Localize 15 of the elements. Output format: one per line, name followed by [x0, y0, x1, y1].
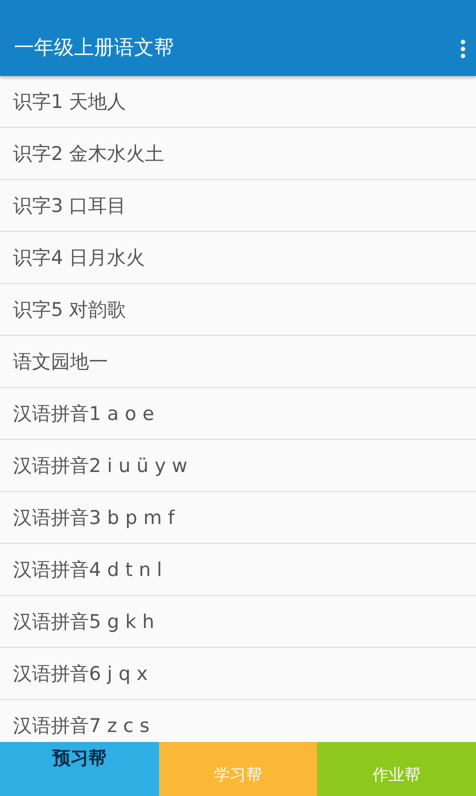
lesson-item[interactable]: 识字1 天地人 [0, 76, 476, 128]
lesson-item[interactable]: 识字5 对韵歌 [0, 284, 476, 336]
lesson-item[interactable]: 汉语拼音4 d t n l [0, 544, 476, 596]
lesson-item[interactable]: 语文园地一 [0, 336, 476, 388]
lesson-item[interactable]: 汉语拼音1 a o e [0, 388, 476, 440]
more-options-icon[interactable] [460, 39, 466, 59]
lesson-item[interactable]: 识字2 金木水火土 [0, 128, 476, 180]
lesson-item[interactable]: 汉语拼音5 g k h [0, 596, 476, 648]
lesson-item[interactable]: 汉语拼音2 i u ü y w [0, 440, 476, 492]
lesson-item[interactable]: 识字4 日月水火 [0, 232, 476, 284]
lesson-item[interactable]: 识字3 口耳目 [0, 180, 476, 232]
app-title: 一年级上册语文帮 [14, 34, 174, 61]
bottom-tab[interactable]: 预习帮 [0, 742, 159, 796]
lesson-item[interactable]: 汉语拼音6 j q x [0, 648, 476, 700]
lesson-item[interactable]: 汉语拼音3 b p m f [0, 492, 476, 544]
